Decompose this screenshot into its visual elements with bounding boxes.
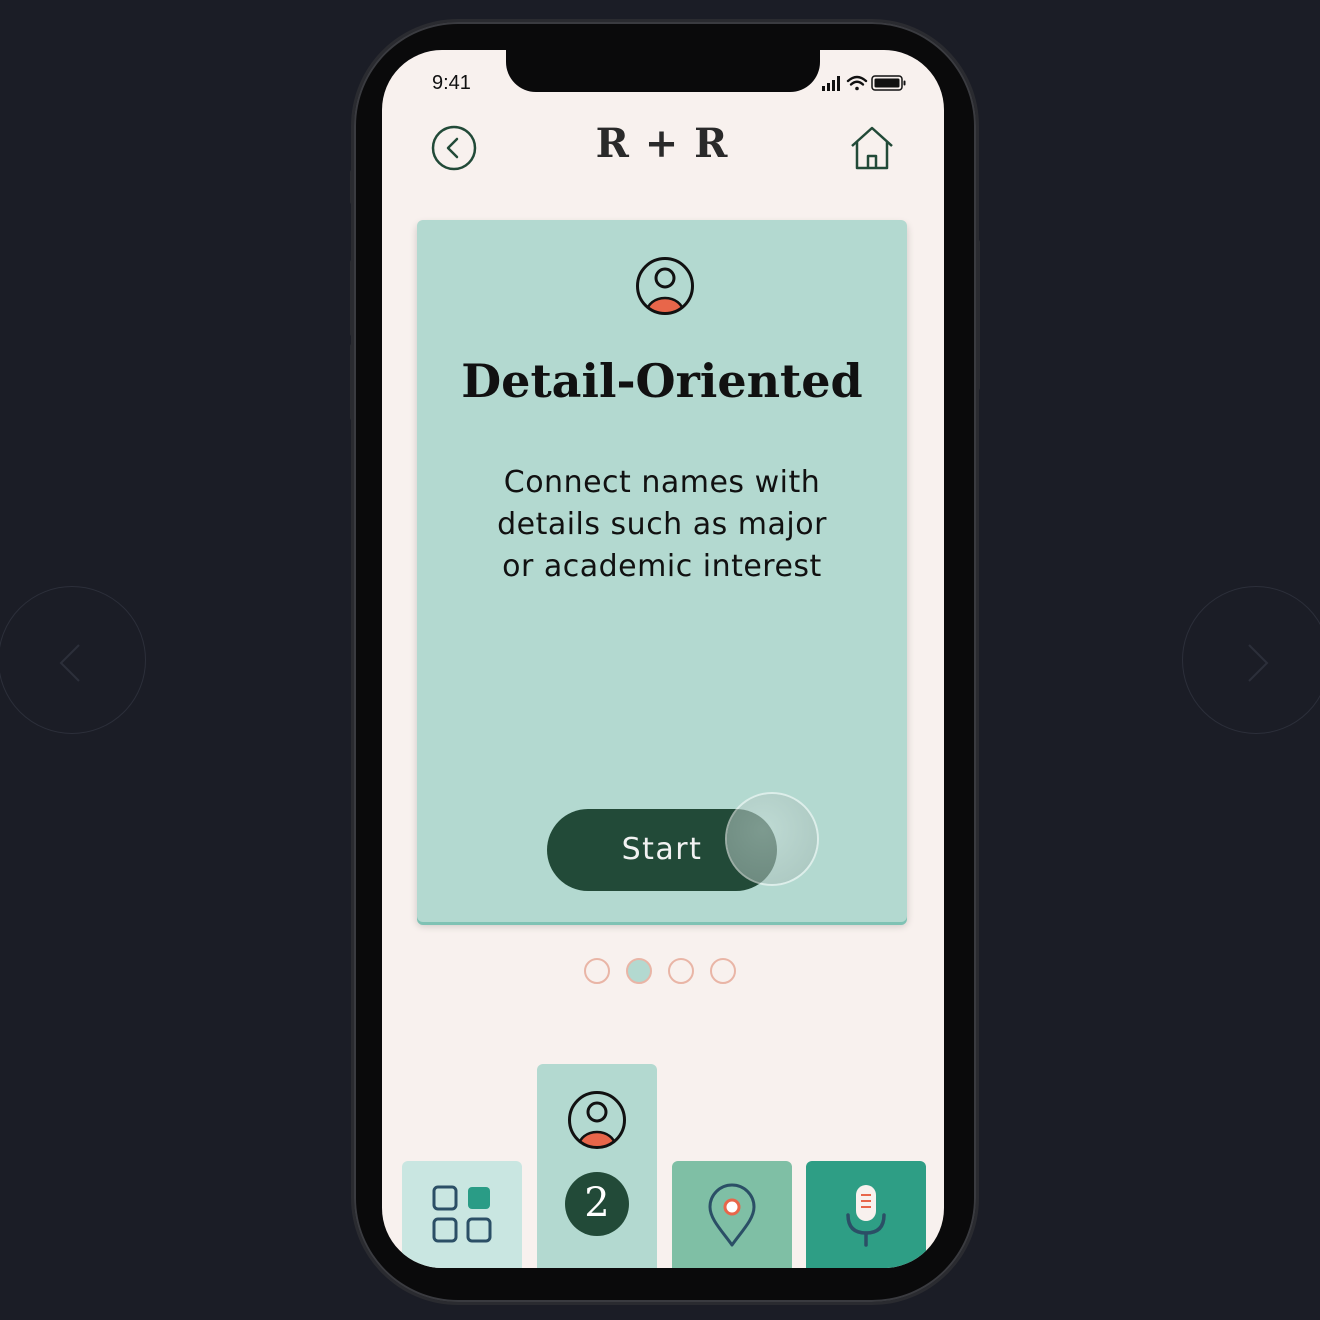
- back-button[interactable]: [430, 124, 478, 172]
- notch: [506, 50, 820, 92]
- tab-map[interactable]: [672, 1161, 792, 1268]
- next-slide-button[interactable]: [1182, 586, 1320, 734]
- pagination-dot[interactable]: [584, 958, 610, 984]
- game-mode-card: Detail-Oriented Connect names with detai…: [417, 220, 907, 922]
- card-title: Detail-Oriented: [461, 354, 863, 408]
- phone-volume-up: [350, 260, 354, 336]
- status-time: 9:41: [432, 72, 471, 94]
- pagination-dot[interactable]: [710, 958, 736, 984]
- card-description: Connect names with details such as major…: [497, 465, 827, 584]
- tab-grid[interactable]: [402, 1161, 522, 1268]
- chevron-left-icon: [59, 644, 80, 682]
- back-arrow-icon: [431, 125, 477, 171]
- app-title: R + R: [595, 120, 729, 167]
- previous-slide-button[interactable]: [0, 586, 146, 734]
- grid-icon: [432, 1185, 492, 1243]
- phone-volume-down: [350, 344, 354, 420]
- chevron-right-icon: [1248, 644, 1269, 682]
- battery-icon: [871, 75, 906, 91]
- signal-icon: [822, 76, 840, 91]
- status-icons: [822, 75, 906, 91]
- home-button[interactable]: [848, 124, 896, 172]
- profile-icon: [568, 1091, 626, 1149]
- phone-power-button: [976, 240, 980, 390]
- home-icon: [851, 126, 893, 170]
- tab-microphone[interactable]: [806, 1161, 926, 1268]
- touch-indicator: [727, 794, 817, 884]
- phone-screen: 9:41 R + R Detail-Oriented Connect names…: [382, 50, 944, 1268]
- wifi-icon: [846, 75, 868, 91]
- phone-mute-switch: [350, 170, 354, 204]
- pagination-dot[interactable]: [668, 958, 694, 984]
- microphone-icon: [846, 1185, 886, 1247]
- pagination-dot-active[interactable]: [626, 958, 652, 984]
- tab-profile[interactable]: 2: [537, 1064, 657, 1268]
- map-pin-icon: [708, 1183, 756, 1247]
- profile-icon: [636, 257, 694, 315]
- profile-count-badge: 2: [565, 1172, 629, 1236]
